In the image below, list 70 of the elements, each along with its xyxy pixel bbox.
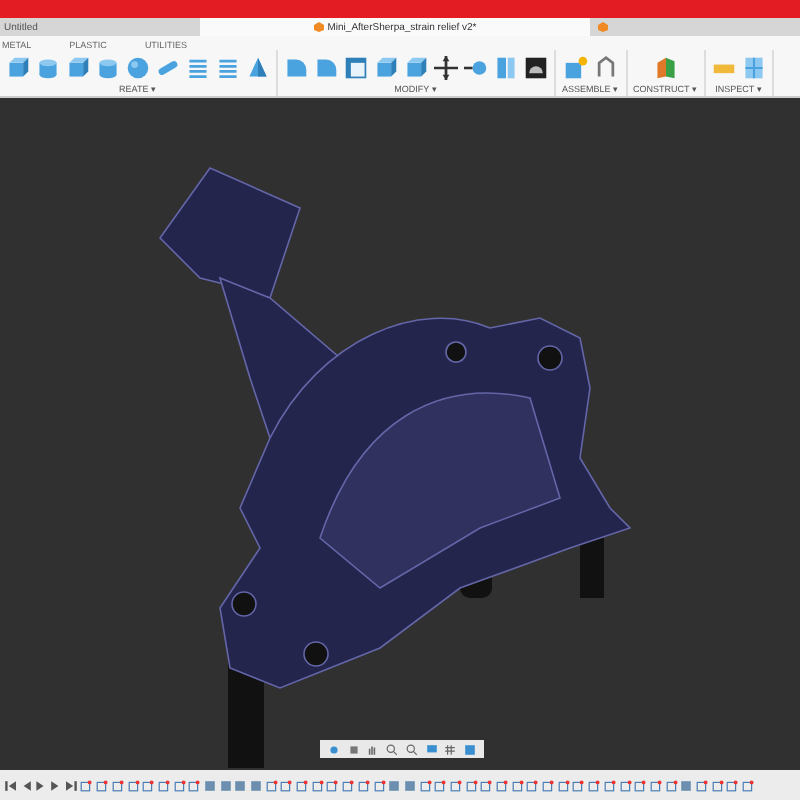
sketch-icon[interactable]	[603, 779, 616, 791]
skip-back-icon[interactable]	[4, 779, 16, 791]
play-icon[interactable]	[34, 779, 47, 791]
box-icon[interactable]	[374, 56, 398, 80]
skip-forward-icon[interactable]	[65, 779, 78, 791]
zoom-icon[interactable]	[386, 743, 399, 755]
sketch-icon[interactable]	[434, 779, 447, 791]
box-icon[interactable]	[6, 56, 30, 80]
plane-icon[interactable]	[653, 56, 678, 80]
sketch-icon[interactable]	[357, 779, 370, 791]
grid-icon[interactable]	[444, 743, 457, 755]
sketch-icon[interactable]	[634, 779, 647, 791]
sketch-icon[interactable]	[80, 779, 93, 791]
sketch-icon[interactable]	[311, 779, 324, 791]
sketch-icon[interactable]	[373, 779, 385, 791]
box-icon[interactable]	[404, 56, 428, 80]
window-icon[interactable]	[464, 743, 477, 755]
sketch-icon[interactable]	[511, 779, 524, 791]
zoom-icon[interactable]	[405, 743, 418, 755]
sketch-icon[interactable]	[465, 779, 478, 791]
sketch-icon[interactable]	[96, 779, 109, 791]
sketch-icon[interactable]	[111, 779, 124, 791]
sketch-icon[interactable]	[188, 779, 201, 791]
step-back-icon[interactable]	[19, 779, 32, 791]
sketch-icon[interactable]	[496, 779, 508, 791]
component-icon[interactable]	[563, 56, 588, 80]
sketch-icon[interactable]	[296, 779, 309, 791]
extrude-icon[interactable]	[680, 779, 693, 791]
shell-icon[interactable]	[344, 56, 368, 80]
appearance-icon[interactable]	[524, 56, 548, 80]
sketch-icon[interactable]	[665, 779, 678, 791]
cylinder-icon[interactable]	[36, 56, 60, 80]
sketch-icon[interactable]	[649, 779, 662, 791]
sketch-icon[interactable]	[480, 779, 493, 791]
coil-icon[interactable]	[216, 56, 240, 80]
sketch-icon[interactable]	[695, 779, 708, 791]
sketch-icon[interactable]	[726, 779, 739, 791]
fillet-icon[interactable]	[284, 56, 308, 80]
cube-icon	[598, 22, 608, 32]
sketch-icon[interactable]	[572, 779, 585, 791]
sketch-icon[interactable]	[173, 779, 186, 791]
sketch-icon[interactable]	[526, 779, 539, 791]
sketch-icon[interactable]	[280, 779, 293, 791]
sketch-icon[interactable]	[588, 779, 601, 791]
sketch-icon[interactable]	[619, 779, 631, 791]
coil-icon[interactable]	[186, 56, 210, 80]
cylinder-icon[interactable]	[96, 56, 120, 80]
sketch-icon[interactable]	[542, 779, 555, 791]
sketch-icon[interactable]	[265, 779, 278, 791]
joint-icon[interactable]	[593, 56, 618, 80]
pyramid-icon[interactable]	[246, 56, 270, 80]
monitor-icon[interactable]	[425, 743, 438, 755]
sketch-icon[interactable]	[127, 779, 139, 791]
sketch-icon[interactable]	[742, 779, 754, 791]
sketch-icon[interactable]	[142, 779, 155, 791]
step-forward-icon[interactable]	[50, 779, 63, 791]
box-icon[interactable]	[66, 56, 90, 80]
fillet-icon[interactable]	[314, 56, 338, 80]
sketch-icon[interactable]	[449, 779, 462, 791]
sketch-icon[interactable]	[419, 779, 432, 791]
align-icon[interactable]	[464, 56, 488, 80]
sketch-icon[interactable]	[342, 779, 355, 791]
move-icon[interactable]	[434, 56, 458, 80]
sketch-icon[interactable]	[557, 779, 570, 791]
sketch-icon[interactable]	[326, 779, 339, 791]
section-icon[interactable]	[741, 56, 766, 80]
sketch-icon[interactable]	[157, 779, 170, 791]
sphere-icon[interactable]	[126, 56, 150, 80]
cube-icon	[313, 22, 324, 32]
sketch-icon[interactable]	[711, 779, 724, 791]
